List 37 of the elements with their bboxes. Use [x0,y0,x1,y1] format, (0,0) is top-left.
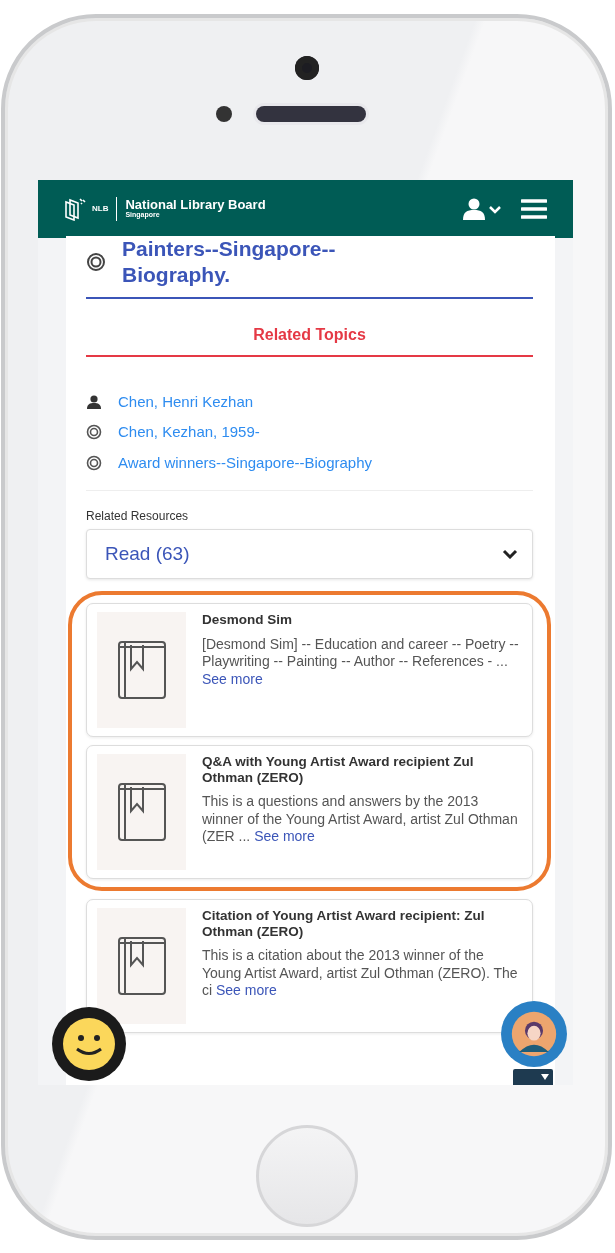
see-more-link[interactable]: See more [254,828,315,845]
camera-icon [295,56,319,80]
result-description: [Desmond Sim] -- Education and career -- Poetry -- Playwriting -- Painting -- Author -- References - ... See more [202,635,520,688]
dropdown-arrow-icon [541,1074,549,1080]
see-more-link[interactable]: See more [202,670,263,687]
result-description: This is a citation about the 2013 winner of the Young Artist Award, artist Zul Othman (ZERO). The ci See more [202,947,519,1000]
result-title: Q&A with Young Artist Award recipient Zul Othman (ZERO) [202,754,475,786]
result-card[interactable]: Q&A with Young Artist Award recipient Zul Othman (ZERO) This is a questions and answers by the 2013 winner of the Young Artist Award, artist Zul Othman (ZER ... See more [86,745,533,879]
resources-select[interactable]: Read (63) [86,529,533,579]
subject-title: Painters--Singapore--Biography. [122,236,337,289]
result-title: Desmond Sim [202,612,294,628]
avatar-icon [511,1011,557,1057]
subject-icon [86,252,106,273]
logo-mark: NLB [92,203,109,215]
topic-link[interactable]: Award winners--Singapore--Biography [118,451,372,474]
topic-link[interactable]: Chen, Kezhan, 1959- [118,421,260,444]
related-resources-label: Related Resources [86,508,190,525]
sensor-icon [216,106,232,122]
logo-text: National Library Board [125,198,266,212]
language-widget[interactable] [513,1069,553,1085]
books-logo-icon [64,197,88,221]
subject-icon [86,454,102,471]
subject-icon [86,424,102,441]
result-card[interactable]: Citation of Young Artist Award recipient: Zul Othman (ZERO) This is a citation about the 2013 winner of the Young Artist Award, artist Zul Othman (ZERO). The ci See more [86,899,533,1033]
person-icon [86,394,102,409]
smiley-icon [62,1017,116,1071]
book-icon [116,935,167,997]
result-description: This is a questions and answers by the 2013 winner of the Young Artist Award, artist Zul Othman (ZER ... See more [202,793,519,846]
result-card[interactable]: Desmond Sim [Desmond Sim] -- Education and career -- Poetry -- Playwriting -- Painting -- Author -- References - ... See more [86,603,533,737]
book-icon [116,639,167,701]
book-icon [116,781,167,843]
see-more-link[interactable]: See more [216,982,277,999]
chevron-down-icon [502,549,518,559]
related-topics-heading: Related Topics [86,298,533,357]
result-title: Citation of Young Artist Award recipient: Zul Othman (ZERO) [202,908,486,940]
menu-icon[interactable] [521,199,547,219]
topic-link[interactable]: Chen, Henri Kezhan [118,390,254,413]
